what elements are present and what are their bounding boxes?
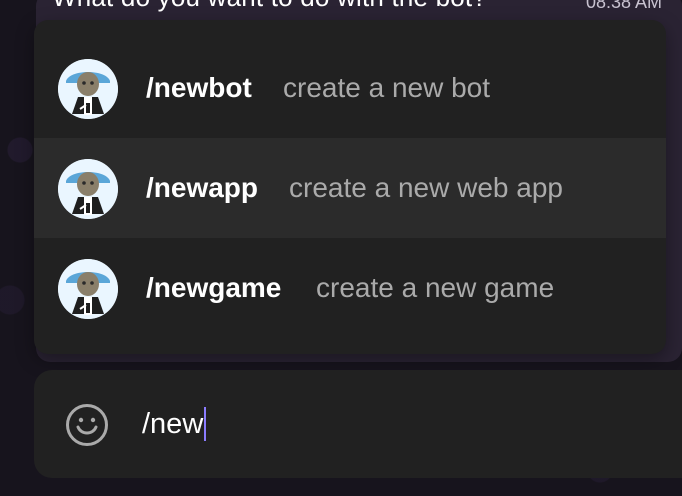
avatar-icon: [58, 159, 118, 219]
avatar: [58, 159, 118, 219]
command-item-newgame[interactable]: /newgame create a new game: [34, 238, 666, 338]
command-item-newbot[interactable]: /newbot create a new bot: [34, 38, 666, 138]
message-text: What do you want to do with the bot?: [52, 0, 487, 13]
command-name: /newbot: [146, 72, 252, 103]
avatar: [58, 259, 118, 319]
command-description: create a new web app: [289, 172, 563, 203]
message-time: 08:38 AM: [586, 0, 663, 12]
command-item-newapp[interactable]: /newapp create a new web app: [34, 138, 666, 238]
message-input-value: /new: [142, 408, 204, 440]
command-name: /newapp: [146, 172, 259, 203]
emoji-icon: [66, 404, 108, 446]
text-caret: [204, 407, 207, 442]
avatar-icon: [58, 59, 118, 119]
command-description: create a new bot: [283, 72, 491, 103]
avatar: [58, 59, 118, 119]
bot-commands-popup: /newbot create a new bot /newapp create …: [34, 20, 666, 354]
message-input[interactable]: /new: [142, 404, 207, 444]
avatar-icon: [58, 259, 118, 319]
command-name: /newgame: [146, 272, 282, 303]
message-composer: /new: [34, 370, 682, 478]
command-description: create a new game: [316, 272, 555, 303]
emoji-button[interactable]: [64, 402, 110, 448]
